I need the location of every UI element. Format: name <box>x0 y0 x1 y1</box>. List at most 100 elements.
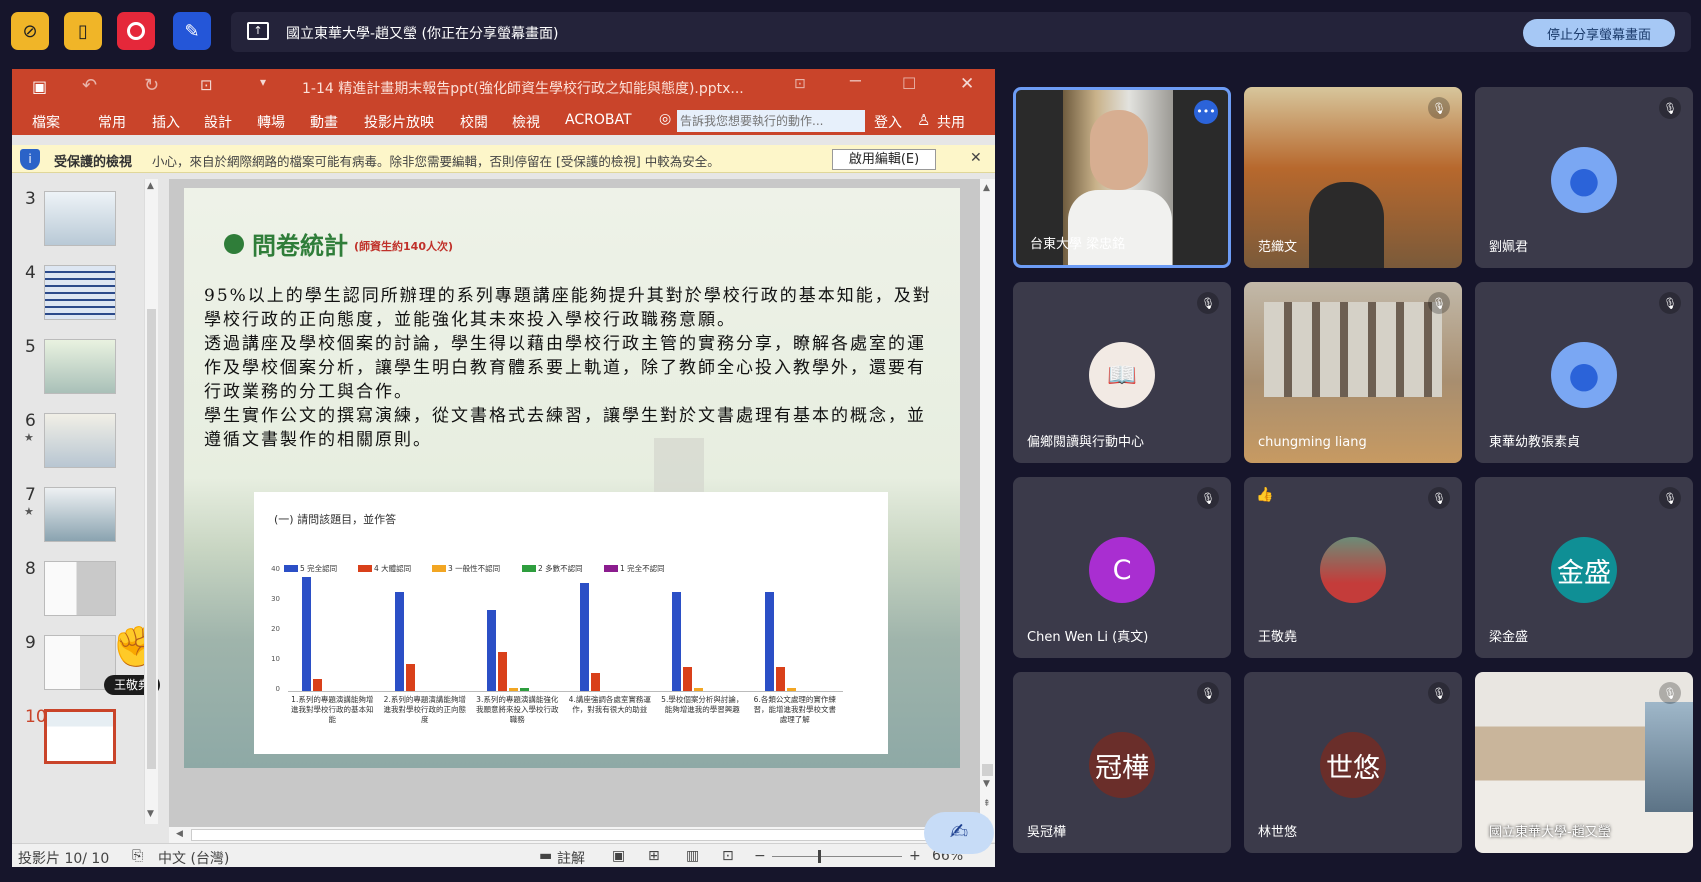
annotate-button[interactable]: ✎ <box>173 12 211 50</box>
participant-tile-5[interactable]: 🎙 chungming liang <box>1244 282 1462 463</box>
chart-bar <box>520 688 529 691</box>
tab-slideshow[interactable]: 投影片放映 <box>364 112 434 132</box>
person-icon: ● <box>1568 159 1600 201</box>
undo-icon[interactable]: ↶ <box>82 75 97 96</box>
participant-tile-11[interactable]: 世悠 🎙 林世悠 <box>1244 672 1462 853</box>
participant-tile-12[interactable]: 🎙 國立東華大學-趙又瑩 <box>1475 672 1693 853</box>
tab-insert[interactable]: 插入 <box>152 112 180 132</box>
hide-button[interactable]: ⊘ <box>11 12 49 50</box>
ribbon-display-icon[interactable]: ⊡ <box>794 76 806 92</box>
pen-icon: ✎ <box>184 20 200 42</box>
slide-title: 問卷統計 <box>252 231 348 260</box>
warning-close-icon[interactable]: ✕ <box>970 150 982 166</box>
mic-off-icon: 🎙 <box>1428 487 1450 509</box>
save-icon[interactable]: ▣ <box>32 77 47 96</box>
notes-button[interactable]: 註解 <box>557 848 585 867</box>
participant-tile-7[interactable]: C 🎙 Chen Wen Li (真文) <box>1013 477 1231 658</box>
file-name: 1-14 精進計畫期末報告ppt(強化師資生學校行政之知能與態度).pptx..… <box>302 81 744 97</box>
prev-slide-icon[interactable]: ⇞ <box>983 799 991 809</box>
sorter-view-icon[interactable]: ⊞ <box>648 848 660 864</box>
h-scrollbar-thumb[interactable] <box>191 829 951 841</box>
tab-acrobat[interactable]: ACROBAT <box>565 112 632 128</box>
avatar: 📖 <box>1089 342 1155 408</box>
zoom-slider[interactable] <box>772 850 902 863</box>
scroll-down-icon[interactable]: ▼ <box>983 779 990 789</box>
x-tick-label: 4.講座強調各處室實務運作，對我有很大的助益 <box>568 695 651 714</box>
normal-view-icon[interactable]: ▣ <box>612 848 625 864</box>
tell-me-input[interactable] <box>677 110 865 132</box>
slide-thumbnail-3[interactable] <box>44 191 116 246</box>
tab-animations[interactable]: 動畫 <box>310 112 338 132</box>
notes-icon[interactable]: ▬ <box>539 848 552 864</box>
h-scrollbar[interactable]: ◀ ▶ <box>169 827 980 843</box>
participant-tile-8[interactable]: 👍 🎙 王敬堯 <box>1244 477 1462 658</box>
scrollbar-thumb[interactable] <box>147 309 156 769</box>
tab-design[interactable]: 設計 <box>204 112 232 132</box>
slide-thumbnail-4[interactable] <box>44 265 116 320</box>
language-label[interactable]: 中文 (台灣) <box>158 848 229 867</box>
participant-name: 吳冠樺 <box>1027 825 1067 840</box>
tab-file[interactable]: 檔案 <box>32 112 60 132</box>
x-tick-label: 6.各類公文處理的實作練習，能增進我對學校文書處理了解 <box>753 695 837 724</box>
chart-bar <box>405 664 415 691</box>
scroll-up-icon[interactable]: ▲ <box>983 183 990 193</box>
zoom-in-icon[interactable]: + <box>909 848 921 864</box>
redo-icon[interactable]: ↻ <box>144 75 159 96</box>
close-icon[interactable]: ✕ <box>960 74 974 94</box>
slide-thumbnail-6[interactable] <box>44 413 116 468</box>
participant-tile-4[interactable]: 📖 🎙 偏鄉閱讀與行動中心 <box>1013 282 1231 463</box>
annotation-tool-button[interactable]: ✍ <box>924 812 994 854</box>
slide-title-sub: (師資生約140人次) <box>354 240 454 253</box>
y-axis-labels: 40 30 20 10 0 <box>260 565 282 693</box>
mic-off-icon: 🎙 <box>1197 292 1219 314</box>
spellcheck-icon[interactable]: ⎘ <box>132 848 143 864</box>
scroll-left-icon[interactable]: ◀ <box>176 829 183 839</box>
legend-swatch <box>604 565 618 572</box>
zoom-out-icon[interactable]: − <box>754 848 766 864</box>
y-tick-label: 10 <box>271 655 280 663</box>
chart-bar <box>764 592 774 691</box>
participant-name: 東華幼教張素貞 <box>1489 435 1581 450</box>
stop-share-button[interactable]: 停止分享螢幕畫面 <box>1523 19 1675 47</box>
share-button[interactable]: 共用 <box>937 112 965 132</box>
slide-thumbnail-8[interactable] <box>44 561 116 616</box>
maximize-icon[interactable]: ☐ <box>902 74 916 93</box>
avatar: 冠樺 <box>1089 732 1155 798</box>
customize-icon[interactable]: ▾ <box>260 75 266 89</box>
tab-view[interactable]: 檢視 <box>512 112 540 132</box>
scroll-up-icon[interactable]: ▲ <box>147 181 154 191</box>
slideshow-view-icon[interactable]: ⊡ <box>722 848 734 864</box>
present-from-start-icon[interactable]: ⊡ <box>200 76 213 94</box>
login-link[interactable]: 登入 <box>874 112 902 132</box>
tab-transitions[interactable]: 轉場 <box>257 112 285 132</box>
enable-editing-button[interactable]: 啟用編輯(E) <box>832 149 936 170</box>
v-scrollbar[interactable]: ▲ ▼ ⇞ ⇟ <box>980 179 995 842</box>
thumbnail-scrollbar[interactable]: ▲ ▼ <box>144 179 158 824</box>
ribbon-tabs: 檔案 常用 插入 設計 轉場 動畫 投影片放映 校閱 檢視 ACROBAT ◎ … <box>12 105 995 135</box>
reading-view-icon[interactable]: ▥ <box>686 848 699 864</box>
thumb-number: 8 <box>25 559 36 579</box>
panel-button[interactable]: ▯ <box>64 12 102 50</box>
tab-home[interactable]: 常用 <box>98 112 126 132</box>
slide-paragraph: 透過講座及學校個案的討論，學生得以藉由學校行政主管的實務分享，瞭解各處室的運作及… <box>204 334 926 402</box>
participant-tile-3[interactable]: ● 🎙 劉姵君 <box>1475 87 1693 268</box>
bullet-dot-icon <box>224 234 244 254</box>
participant-tile-6[interactable]: ● 🎙 東華幼教張素貞 <box>1475 282 1693 463</box>
minimize-icon[interactable]: ─ <box>850 71 861 92</box>
participant-tile-9[interactable]: 金盛 🎙 梁金盛 <box>1475 477 1693 658</box>
scrollbar-thumb[interactable] <box>982 764 993 776</box>
slide-thumbnail-7[interactable] <box>44 487 116 542</box>
slide-thumbnail-10[interactable] <box>44 709 116 764</box>
tab-review[interactable]: 校閱 <box>460 112 488 132</box>
slide-thumbnail-5[interactable] <box>44 339 116 394</box>
participant-name: 范織文 <box>1258 240 1298 255</box>
zoom-slider-handle[interactable] <box>818 850 821 863</box>
participant-tile-10[interactable]: 冠樺 🎙 吳冠樺 <box>1013 672 1231 853</box>
participant-tile-2[interactable]: 🎙 范織文 <box>1244 87 1462 268</box>
speaker-face <box>1090 110 1148 190</box>
participant-name: chungming liang <box>1258 435 1367 450</box>
scroll-down-icon[interactable]: ▼ <box>147 809 154 819</box>
chart-bar <box>672 592 681 691</box>
participant-tile-1[interactable]: ••• 台東大學 梁忠銘 <box>1013 87 1231 268</box>
record-button[interactable] <box>117 12 155 50</box>
